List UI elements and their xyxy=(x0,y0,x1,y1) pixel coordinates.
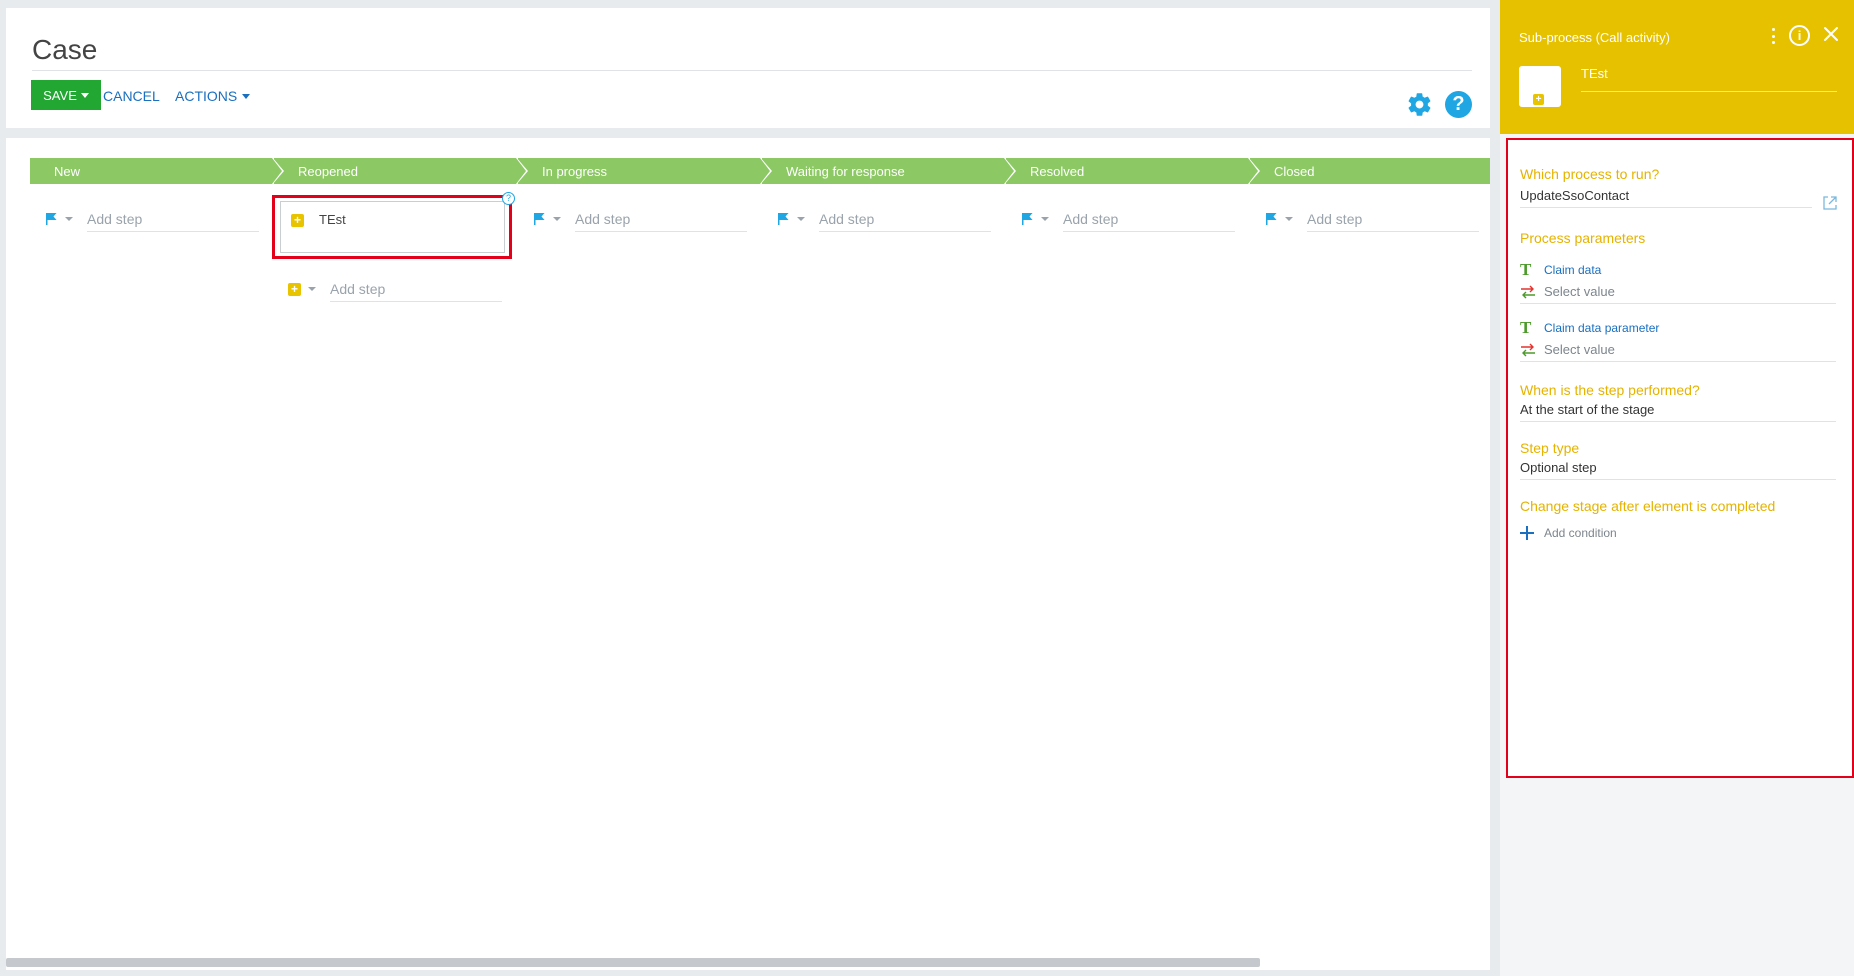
gear-icon[interactable] xyxy=(1406,91,1433,118)
section-when-title: When is the step performed? xyxy=(1520,382,1700,398)
chevron-down-icon[interactable] xyxy=(797,217,805,221)
element-properties-panel: Sub-process (Call activity) i + TEst Whi… xyxy=(1500,0,1854,976)
add-step-row-in-progress: Add step xyxy=(532,206,747,232)
element-name: TEst xyxy=(319,212,346,227)
stage-label: Resolved xyxy=(1030,163,1085,179)
page-title: Case xyxy=(32,34,98,65)
param-value-placeholder: Select value xyxy=(1544,342,1615,357)
panel-title: Sub-process (Call activity) xyxy=(1519,30,1670,45)
stage-reopened[interactable]: Reopened xyxy=(274,157,528,185)
text-type-icon: T xyxy=(1520,260,1532,279)
swap-icon xyxy=(1521,343,1535,356)
stage-label: In progress xyxy=(542,163,608,179)
param-name[interactable]: Claim data xyxy=(1544,263,1601,277)
horizontal-scrollbar[interactable] xyxy=(6,958,1260,967)
help-icon[interactable]: ? xyxy=(1445,91,1472,118)
open-external-icon[interactable] xyxy=(1822,195,1838,211)
more-options-icon[interactable] xyxy=(1769,28,1777,44)
plus-square-icon: + xyxy=(1533,94,1544,105)
subprocess-element-card[interactable]: + TEst xyxy=(280,201,505,253)
process-lookup-field[interactable]: UpdateSsoContact xyxy=(1520,184,1812,208)
chevron-down-icon[interactable] xyxy=(65,217,73,221)
plus-square-icon: + xyxy=(291,214,304,227)
panel-properties-body: Which process to run? UpdateSsoContact P… xyxy=(1506,138,1854,778)
flag-icon[interactable] xyxy=(1264,212,1278,226)
section-step-type-title: Step type xyxy=(1520,440,1580,456)
element-thumbnail: + xyxy=(1519,66,1561,107)
chevron-down-icon[interactable] xyxy=(1041,217,1049,221)
actions-button-label: ACTIONS xyxy=(175,88,238,104)
cancel-button-label: CANCEL xyxy=(103,88,160,104)
add-step-input[interactable]: Add step xyxy=(1063,206,1235,232)
close-icon[interactable] xyxy=(1823,26,1839,42)
stage-label: Reopened xyxy=(298,163,358,179)
add-step-input[interactable]: Add step xyxy=(819,206,991,232)
section-params-title: Process parameters xyxy=(1520,230,1646,246)
selected-subprocess-element[interactable]: + TEst xyxy=(272,195,512,259)
add-step-row-waiting: Add step xyxy=(776,206,991,232)
flag-icon[interactable] xyxy=(532,212,546,226)
save-button-label: SAVE xyxy=(43,87,77,103)
flag-icon[interactable] xyxy=(44,212,58,226)
save-button[interactable]: SAVE xyxy=(31,80,101,110)
case-designer-canvas: New Reopened In progress Waiting for res… xyxy=(6,138,1490,970)
flag-icon[interactable] xyxy=(776,212,790,226)
stage-label: Waiting for response xyxy=(786,163,905,179)
stage-resolved[interactable]: Resolved xyxy=(1006,157,1260,185)
panel-header: Sub-process (Call activity) i + TEst xyxy=(1500,0,1854,134)
param-row: T Claim data xyxy=(1520,260,1601,280)
stage-closed[interactable]: Closed xyxy=(1250,158,1490,184)
plus-square-icon[interactable]: + xyxy=(288,282,301,296)
chevron-down-icon[interactable] xyxy=(1285,217,1293,221)
add-step-input[interactable]: Add step xyxy=(87,206,259,232)
flag-icon[interactable] xyxy=(1020,212,1034,226)
param-name[interactable]: Claim data parameter xyxy=(1544,321,1659,335)
add-step-row-closed: Add step xyxy=(1264,206,1479,232)
actions-button[interactable]: ACTIONS xyxy=(175,88,251,104)
element-name-input[interactable]: TEst xyxy=(1581,66,1837,92)
stage-waiting-for-response[interactable]: Waiting for response xyxy=(762,157,1016,185)
when-performed-field[interactable]: At the start of the stage xyxy=(1520,398,1836,422)
param-value-field[interactable]: Select value xyxy=(1520,338,1836,362)
stage-label: New xyxy=(54,163,81,179)
info-icon[interactable]: i xyxy=(1789,25,1810,46)
chevron-down-icon xyxy=(80,92,89,98)
step-type-field[interactable]: Optional step xyxy=(1520,456,1836,480)
stage-in-progress[interactable]: In progress xyxy=(518,157,772,185)
add-step-input[interactable]: Add step xyxy=(1307,206,1479,232)
section-change-stage-title: Change stage after element is completed xyxy=(1520,498,1776,514)
add-step-input[interactable]: Add step xyxy=(330,276,502,302)
title-divider xyxy=(32,70,1472,71)
add-step-row-reopened: + Add step xyxy=(288,276,502,302)
element-info-icon[interactable]: ? xyxy=(502,192,515,205)
section-process-title: Which process to run? xyxy=(1520,166,1660,182)
add-step-row-resolved: Add step xyxy=(1020,206,1235,232)
param-row: T Claim data parameter xyxy=(1520,318,1659,338)
text-type-icon: T xyxy=(1520,318,1532,337)
plus-icon xyxy=(1520,526,1534,540)
add-step-input[interactable]: Add step xyxy=(575,206,747,232)
chevron-down-icon xyxy=(242,93,251,99)
add-condition-button[interactable]: Add condition xyxy=(1520,526,1617,540)
cancel-button[interactable]: CANCEL xyxy=(103,88,160,104)
stage-new[interactable]: New xyxy=(30,157,284,185)
page-header: Case SAVE CANCEL ACTIONS ? xyxy=(6,8,1490,128)
chevron-down-icon[interactable] xyxy=(553,217,561,221)
add-step-row-new: Add step xyxy=(44,206,259,232)
add-condition-label: Add condition xyxy=(1544,526,1617,540)
chevron-down-icon[interactable] xyxy=(308,287,316,291)
swap-icon xyxy=(1521,285,1535,298)
param-value-placeholder: Select value xyxy=(1544,284,1615,299)
param-value-field[interactable]: Select value xyxy=(1520,280,1836,304)
